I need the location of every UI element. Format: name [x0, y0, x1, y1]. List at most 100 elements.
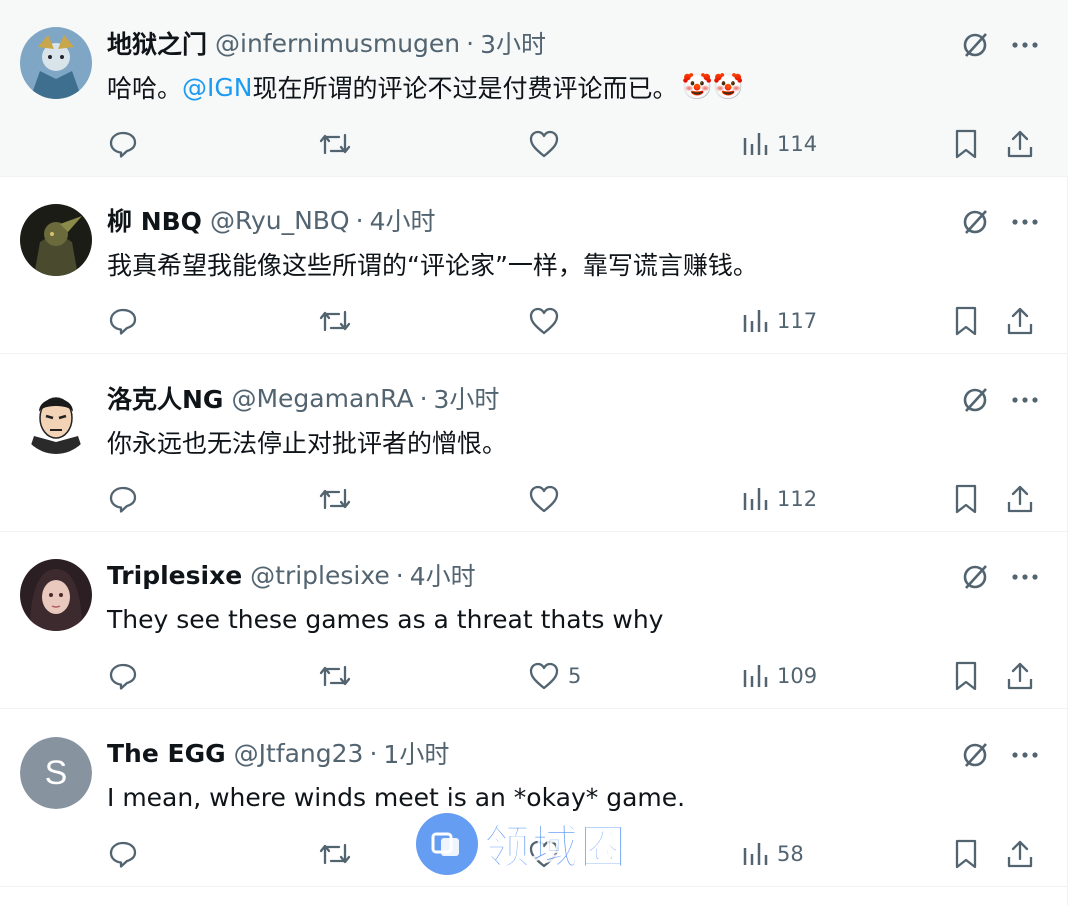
reply-icon — [108, 306, 138, 336]
tweet-header: 地狱之门 @infernimusmugen · 3小时 — [107, 26, 546, 60]
more-options-icon[interactable] — [1012, 751, 1038, 759]
tweet[interactable]: Triplesixe @triplesixe · 4小时 They see th… — [0, 532, 1068, 709]
retweet-button[interactable] — [318, 299, 352, 343]
view-count: 58 — [777, 842, 804, 866]
bookmark-button[interactable] — [953, 122, 979, 166]
share-icon — [1006, 484, 1034, 514]
heart-icon — [528, 306, 560, 336]
timestamp[interactable]: 4小时 — [410, 557, 476, 593]
share-button[interactable] — [1006, 477, 1034, 521]
tweet-text: 哈哈。 @IGN 现在所谓的评论不过是付费评论而已。 🤡🤡 — [107, 68, 744, 106]
avatar[interactable] — [20, 559, 92, 631]
tweet[interactable]: 洛克人NG @MegamanRA · 3小时 你永远也无法停止对批评者的憎恨。 — [0, 355, 1068, 532]
user-handle[interactable]: @infernimusmugen — [215, 29, 460, 58]
grok-icon[interactable] — [960, 562, 990, 592]
grok-icon[interactable] — [960, 385, 990, 415]
views-button[interactable]: 109 — [741, 654, 817, 698]
grok-icon[interactable] — [960, 207, 990, 237]
heart-icon — [528, 129, 560, 159]
grok-icon[interactable] — [960, 740, 990, 770]
bookmark-button[interactable] — [953, 299, 979, 343]
share-button[interactable] — [1006, 832, 1034, 876]
timestamp[interactable]: 4小时 — [370, 202, 436, 238]
avatar[interactable]: S — [20, 737, 92, 809]
user-handle[interactable]: @triplesixe — [250, 561, 390, 590]
share-button[interactable] — [1006, 654, 1034, 698]
tweet-header: The EGG @Jtfang23 · 1小时 — [107, 736, 449, 770]
avatar-initial: S — [20, 737, 92, 809]
watermark: 领域圈 — [416, 812, 628, 876]
tweet-header: 洛克人NG @MegamanRA · 3小时 — [107, 381, 499, 415]
retweet-icon — [318, 484, 352, 514]
analytics-icon — [741, 130, 769, 158]
timestamp[interactable]: 3小时 — [434, 380, 500, 416]
grok-icon[interactable] — [960, 30, 990, 60]
clown-emoji: 🤡🤡 — [681, 72, 744, 101]
reply-button[interactable] — [108, 477, 138, 521]
views-button[interactable]: 117 — [741, 299, 817, 343]
analytics-icon — [741, 840, 769, 868]
bookmark-button[interactable] — [953, 832, 979, 876]
bookmark-button[interactable] — [953, 477, 979, 521]
like-button[interactable] — [528, 122, 568, 166]
timestamp[interactable]: 3小时 — [480, 25, 546, 61]
watermark-logo-icon — [416, 813, 478, 875]
retweet-icon — [318, 129, 352, 159]
bookmark-icon — [953, 483, 979, 515]
retweet-button[interactable] — [318, 654, 352, 698]
retweet-icon — [318, 661, 352, 691]
reply-icon — [108, 484, 138, 514]
mention-link[interactable]: @IGN — [182, 73, 252, 102]
bookmark-icon — [953, 305, 979, 337]
retweet-button[interactable] — [318, 832, 352, 876]
reply-button[interactable] — [108, 299, 138, 343]
view-count: 114 — [777, 132, 818, 156]
heart-icon — [528, 484, 560, 514]
tweet[interactable]: 柳 NBQ @Ryu_NBQ · 4小时 我真希望我能像这些所谓的“评论家”一样… — [0, 177, 1068, 354]
like-button[interactable] — [528, 477, 568, 521]
reply-button[interactable] — [108, 122, 138, 166]
tweet-text: 我真希望我能像这些所谓的“评论家”一样，靠写谎言赚钱。 — [107, 251, 758, 280]
reply-icon — [108, 661, 138, 691]
action-bar: 5 109 — [0, 654, 1068, 698]
tweet-text: They see these games as a threat thats w… — [107, 604, 664, 634]
tweet-header: Triplesixe @triplesixe · 4小时 — [107, 558, 476, 592]
retweet-icon — [318, 839, 352, 869]
like-button[interactable]: 5 — [528, 654, 581, 698]
user-handle[interactable]: @Ryu_NBQ — [210, 206, 350, 235]
views-button[interactable]: 58 — [741, 832, 804, 876]
user-handle[interactable]: @Jtfang23 — [234, 739, 364, 768]
tweet[interactable]: 地狱之门 @infernimusmugen · 3小时 哈哈。 @IGN 现在所… — [0, 0, 1068, 177]
like-count: 5 — [568, 664, 582, 688]
display-name[interactable]: 洛克人NG — [107, 380, 223, 416]
tweet-header: 柳 NBQ @Ryu_NBQ · 4小时 — [107, 203, 435, 237]
share-icon — [1006, 306, 1034, 336]
display-name[interactable]: 柳 NBQ — [107, 202, 202, 238]
retweet-button[interactable] — [318, 122, 352, 166]
more-options-icon[interactable] — [1012, 218, 1038, 226]
avatar[interactable] — [20, 382, 92, 454]
display-name[interactable]: The EGG — [107, 739, 226, 768]
avatar[interactable] — [20, 27, 92, 99]
reply-icon — [108, 129, 138, 159]
display-name[interactable]: Triplesixe — [107, 561, 242, 590]
avatar[interactable] — [20, 204, 92, 276]
views-button[interactable]: 114 — [741, 122, 817, 166]
user-handle[interactable]: @MegamanRA — [231, 384, 413, 413]
retweet-button[interactable] — [318, 477, 352, 521]
more-options-icon[interactable] — [1012, 396, 1038, 404]
reply-button[interactable] — [108, 654, 138, 698]
more-options-icon[interactable] — [1012, 573, 1038, 581]
timestamp[interactable]: 1小时 — [383, 735, 449, 771]
views-button[interactable]: 112 — [741, 477, 817, 521]
share-button[interactable] — [1006, 299, 1034, 343]
text-segment: 现在所谓的评论不过是付费评论而已。 — [252, 74, 678, 103]
action-bar: 112 — [0, 477, 1068, 521]
display-name[interactable]: 地狱之门 — [107, 25, 207, 61]
reply-button[interactable] — [108, 832, 138, 876]
like-button[interactable] — [528, 299, 568, 343]
share-button[interactable] — [1006, 122, 1034, 166]
bookmark-button[interactable] — [953, 654, 979, 698]
analytics-icon — [741, 662, 769, 690]
more-options-icon[interactable] — [1012, 41, 1038, 49]
